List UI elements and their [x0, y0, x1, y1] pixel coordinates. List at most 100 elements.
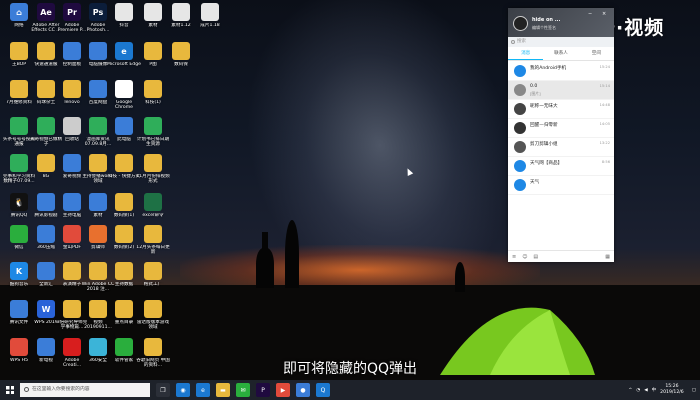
- tab-messages[interactable]: 消息: [508, 47, 544, 60]
- tab-space[interactable]: 空间: [579, 47, 614, 60]
- tree: [285, 220, 299, 288]
- desktop-icon[interactable]: 格式工厂: [139, 262, 167, 304]
- desktop-icon[interactable]: 11月月份排视频形式: [136, 154, 170, 196]
- list-item[interactable]: 剪刀剪辑小组 13:22: [508, 138, 614, 157]
- chevron-up-icon[interactable]: ^: [628, 388, 632, 393]
- tab-contacts[interactable]: 联系人: [543, 47, 578, 60]
- app-icon: [115, 262, 133, 280]
- video-subtitle: 即可将隐藏的QQ弹出: [282, 361, 418, 377]
- desktop-icon[interactable]: 12月头条每日更新: [136, 225, 170, 267]
- volume-icon[interactable]: ◀: [644, 388, 647, 393]
- conversation-name: 昵称一无味大: [530, 104, 558, 109]
- folder-icon[interactable]: ▬: [216, 383, 230, 397]
- tree: [455, 262, 465, 292]
- chrome-icon[interactable]: ◉: [176, 383, 190, 397]
- app-icon: [63, 193, 81, 211]
- taskbar-search-input[interactable]: 在这里输入你要搜索的内容: [20, 383, 150, 397]
- file-icon[interactable]: ▤: [533, 254, 538, 260]
- list-item[interactable]: 我的Android手机 15:24: [508, 62, 614, 81]
- search-icon: [511, 40, 515, 44]
- desktop-icon[interactable]: 数码保(2): [110, 225, 138, 267]
- minimize-icon[interactable]: −: [588, 11, 592, 17]
- conversation-name: 我的Android手机: [530, 66, 567, 71]
- conversation-list: 我的Android手机 15:24 0.0 [图片] 15:14 昵称一无味大 14:48 回…: [508, 62, 614, 195]
- wechat-icon[interactable]: ✉: [236, 383, 250, 397]
- network-icon[interactable]: ◔: [636, 388, 640, 393]
- desktop-icon-label: excel命令: [142, 213, 164, 218]
- desktop-icon[interactable]: 科技 - 快捷方式: [108, 154, 140, 196]
- app-icon: [115, 300, 133, 318]
- conversation-name: 天气: [530, 180, 540, 185]
- qq-user-name: hide on ...: [532, 17, 561, 23]
- avatar: [514, 103, 526, 115]
- desktop-icon[interactable]: 主持数据: [110, 262, 138, 304]
- app-icon[interactable]: ▶: [276, 383, 290, 397]
- desktop-icon[interactable]: 素材1.12: [167, 3, 195, 45]
- qq-panel[interactable]: hide on ... 编辑个性签名 − × 搜索 消息 联系人 空间 我的An…: [508, 8, 614, 262]
- desktop-icon-label: 计划书已排日期生资源: [136, 137, 170, 147]
- list-item[interactable]: 天气网【商品】 8:56: [508, 157, 614, 176]
- apps-icon[interactable]: ▦: [605, 254, 610, 260]
- app-icon: [89, 262, 107, 280]
- avatar[interactable]: [513, 16, 528, 31]
- premiere-icon[interactable]: P: [256, 383, 270, 397]
- desktop-icon[interactable]: P图: [139, 42, 167, 84]
- app-icon: [63, 262, 81, 280]
- menu-icon[interactable]: ≡: [512, 254, 516, 260]
- app-icon: [37, 262, 55, 280]
- list-item[interactable]: 昵称一无味大 14:48: [508, 100, 614, 119]
- app-icon[interactable]: ●: [296, 383, 310, 397]
- conversation-time: 13:22: [599, 141, 610, 145]
- desktop-icon[interactable]: 雷达版版本游戏领域: [137, 300, 169, 342]
- app-icon: [89, 42, 107, 60]
- app-icon: [89, 300, 107, 318]
- desktop-icon[interactable]: ◉ Google Chrome: [110, 80, 138, 122]
- desktop-icon-label: 11月月份排视频形式: [136, 174, 170, 184]
- ime-icon[interactable]: 中: [652, 387, 657, 393]
- app-icon: [10, 225, 28, 243]
- app-icon: 🐧: [10, 193, 28, 211]
- app-icon: [89, 225, 107, 243]
- desktop-icons: ⌂ 网络 Ae Adobe After Effects CC ... Pr Adobe P…: [0, 0, 220, 380]
- taskbar: 在这里输入你要搜索的内容 ❐ ◉ e ▬ ✉ P ▶ ● Q ^ ◔ ◀ 中 1…: [0, 380, 700, 400]
- avatar: [514, 141, 526, 153]
- desktop-icon[interactable]: 抖音: [110, 3, 138, 45]
- desktop-icon[interactable]: 重点目录: [110, 300, 138, 342]
- windows-icon: [6, 386, 14, 394]
- contacts-icon[interactable]: ☺: [522, 254, 527, 260]
- desktop-icon-label: 科技(1): [145, 100, 161, 105]
- desktop-icon[interactable]: e Microsoft Edge: [107, 42, 141, 84]
- notification-icon[interactable]: ▢: [692, 388, 696, 393]
- app-icon: [115, 338, 133, 356]
- close-icon[interactable]: ×: [602, 11, 606, 17]
- start-button[interactable]: [0, 380, 20, 400]
- list-item[interactable]: 回醒—归零新 14:05: [508, 119, 614, 138]
- desktop-icon[interactable]: 成片1.18: [196, 3, 224, 45]
- desktop-icon[interactable]: 素材: [139, 3, 167, 45]
- avatar: [514, 65, 526, 77]
- qq-search-input[interactable]: 搜索: [508, 37, 614, 47]
- qq-signature[interactable]: 编辑个性签名: [532, 25, 556, 31]
- app-icon: [144, 193, 162, 211]
- app-icon: [144, 262, 162, 280]
- task-view-icon[interactable]: ❐: [156, 383, 170, 397]
- desktop-icon[interactable]: 科技(1): [139, 80, 167, 122]
- app-icon: [37, 225, 55, 243]
- clock[interactable]: 15:26 2019/12/6: [660, 384, 684, 396]
- edge-icon[interactable]: e: [196, 383, 210, 397]
- app-icon: [10, 338, 28, 356]
- list-item[interactable]: 0.0 [图片] 15:14: [508, 81, 614, 100]
- qq-taskbar-icon[interactable]: Q: [316, 383, 330, 397]
- list-item[interactable]: 天气: [508, 176, 614, 195]
- desktop-icon[interactable]: 计划书已排日期生资源: [136, 117, 170, 159]
- desktop-icon[interactable]: 数码保: [167, 42, 195, 84]
- app-icon: [37, 117, 55, 135]
- app-icon: [89, 338, 107, 356]
- desktop-icon[interactable]: 此电脑: [110, 117, 138, 159]
- desktop-icon-label: 格式工厂: [143, 282, 163, 287]
- conversation-name: 0.0: [530, 84, 538, 89]
- app-icon: [63, 80, 81, 98]
- app-icon: Ae: [37, 3, 55, 21]
- app-icon: [144, 3, 162, 21]
- app-icon: [201, 3, 219, 21]
